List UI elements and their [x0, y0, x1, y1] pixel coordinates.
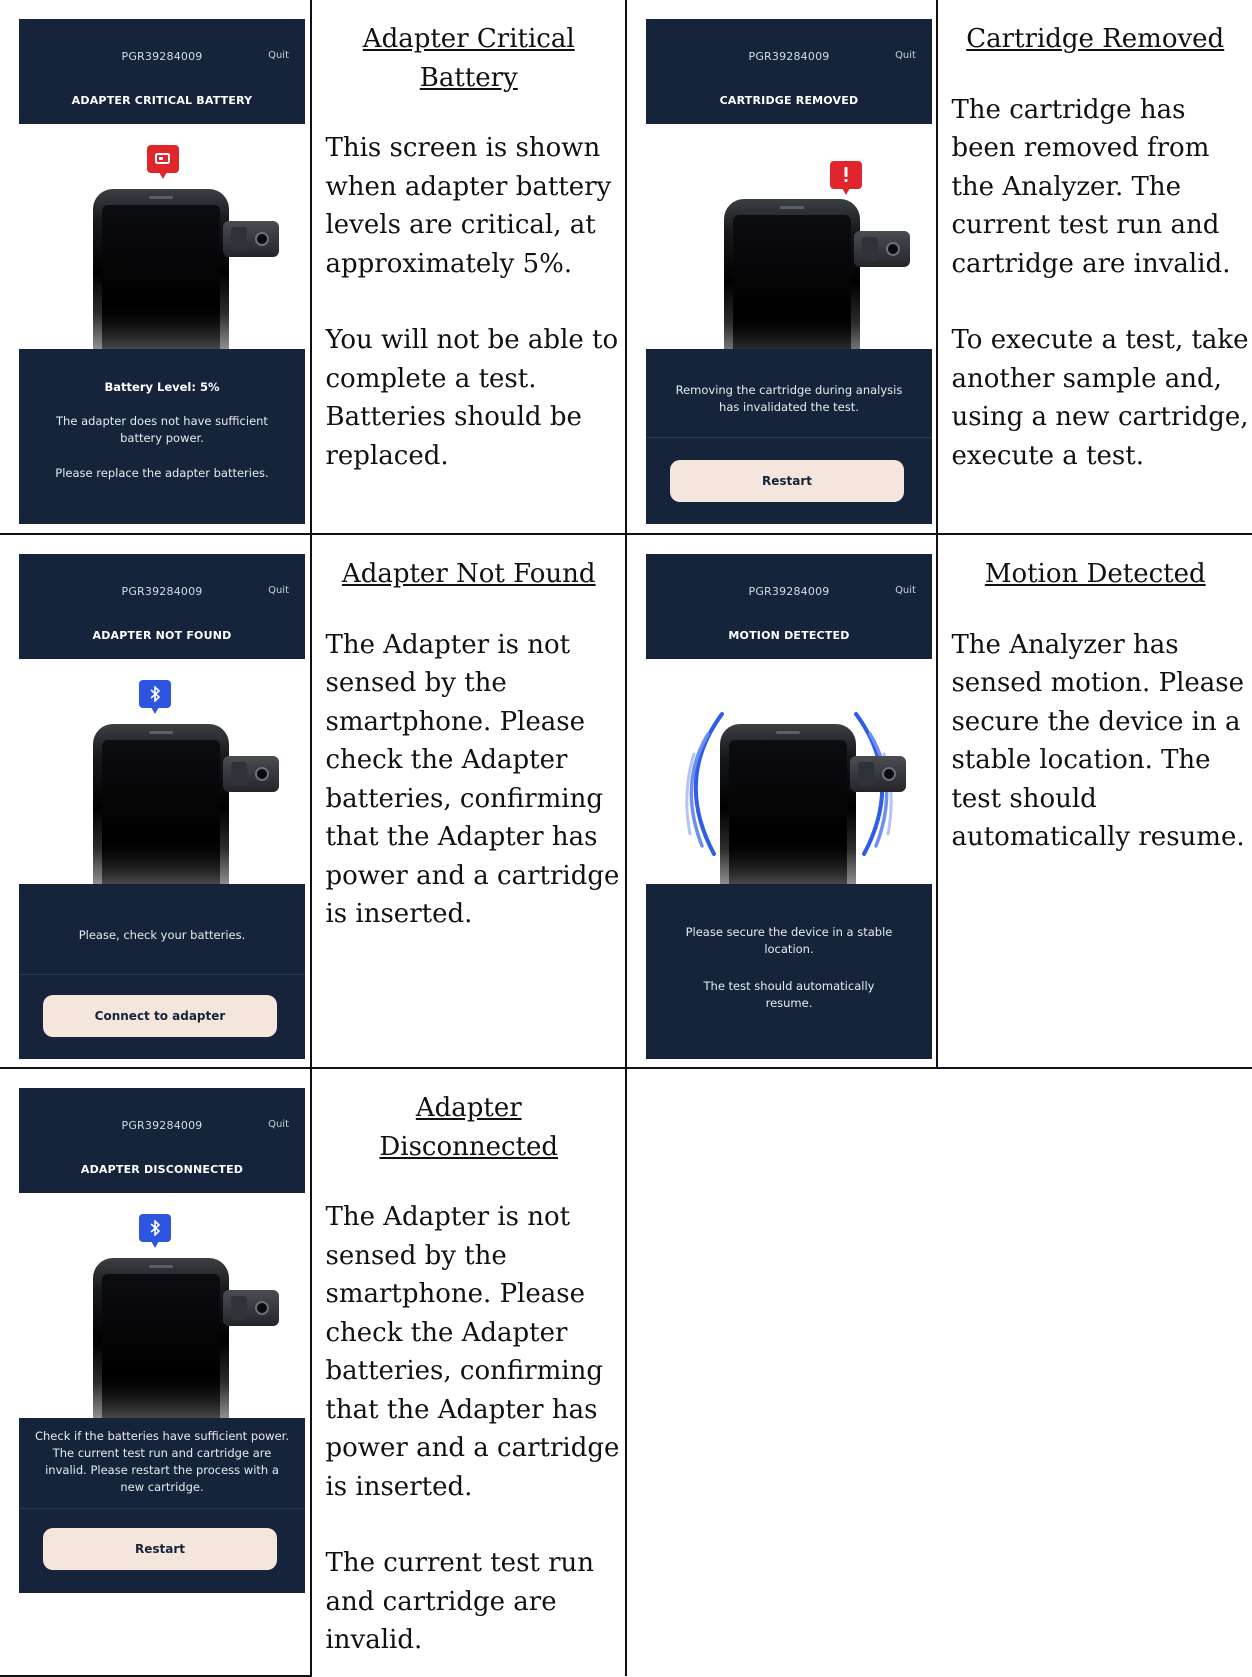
- state-heading: Motion Detected: [984, 559, 1206, 589]
- restart-button[interactable]: Restart: [43, 1528, 277, 1570]
- screenshot-cell: PGR39284009 Quit MOTION DETECTED Please …: [624, 533, 939, 1069]
- description-cell: Adapter Not Found The Adapter is not sen…: [310, 533, 627, 1069]
- quit-button[interactable]: Quit: [895, 50, 916, 61]
- status-message: Removing the cartridge during analysis h…: [675, 383, 903, 414]
- description-paragraph: The current test run and cartridge are i…: [325, 1548, 595, 1655]
- phone-screenshot-adapter-not-found: PGR39284009 Quit ADAPTER NOT FOUND Pleas…: [19, 554, 305, 1059]
- states-table: PGR39284009 Quit ADAPTER CRITICAL BATTER…: [0, 0, 1252, 1677]
- state-heading: Cartridge Removed: [966, 24, 1225, 54]
- description-cell: Adapter Critical Battery This screen is …: [310, 0, 627, 535]
- serial-number: PGR39284009: [121, 585, 203, 598]
- state-heading: Adapter Critical Battery: [362, 24, 575, 93]
- description-cell: Motion Detected The Analyzer has sensed …: [936, 533, 1252, 1069]
- serial-number: PGR39284009: [748, 50, 830, 63]
- bluetooth-icon: [139, 1214, 171, 1248]
- exclamation-icon: [829, 161, 862, 195]
- screen-footer: Please secure the device in a stable loc…: [645, 884, 932, 1059]
- instruction-message: Please secure the device in a stable loc…: [685, 925, 893, 956]
- screenshot-cell: PGR39284009 Quit ADAPTER CRITICAL BATTER…: [0, 0, 313, 535]
- restart-button[interactable]: Restart: [669, 460, 904, 502]
- phone-screenshot-critical-battery: PGR39284009 Quit ADAPTER CRITICAL BATTER…: [19, 19, 305, 524]
- screenshot-cell: PGR39284009 Quit ADAPTER DISCONNECTED Ch…: [0, 1067, 313, 1677]
- battery-alert-icon: [147, 145, 179, 179]
- description-paragraph: The cartridge has been removed from the …: [951, 94, 1231, 279]
- phone-screenshot-adapter-disconnected: PGR39284009 Quit ADAPTER DISCONNECTED Ch…: [19, 1088, 305, 1593]
- description-cell: Adapter Disconnected The Adapter is not …: [310, 1067, 627, 1676]
- screen-header: PGR39284009 Quit ADAPTER CRITICAL BATTER…: [19, 19, 305, 124]
- description-paragraph: The Adapter is not sensed by the smartph…: [325, 1202, 620, 1502]
- description-paragraph: To execute a test, take another sample a…: [951, 325, 1249, 471]
- description-cell: Cartridge Removed The cartridge has been…: [936, 0, 1252, 535]
- screen-header: PGR39284009 Quit ADAPTER DISCONNECTED: [19, 1088, 305, 1193]
- table-row: PGR39284009 Quit ADAPTER NOT FOUND Pleas…: [0, 533, 1252, 1069]
- screen-title: ADAPTER CRITICAL BATTERY: [71, 94, 253, 107]
- quit-button[interactable]: Quit: [895, 585, 916, 596]
- screen-title: ADAPTER DISCONNECTED: [80, 1163, 244, 1176]
- status-message: Please, check your batteries.: [78, 928, 246, 942]
- screen-title: CARTRIDGE REMOVED: [719, 94, 859, 107]
- serial-number: PGR39284009: [748, 585, 830, 598]
- screen-title: MOTION DETECTED: [728, 629, 850, 642]
- screen-header: PGR39284009 Quit ADAPTER NOT FOUND: [19, 554, 305, 659]
- status-message: Check if the batteries have sufficient p…: [34, 1429, 289, 1494]
- state-heading: Adapter Disconnected: [379, 1093, 559, 1162]
- bluetooth-icon: [139, 680, 171, 714]
- screenshot-cell: PGR39284009 Quit CARTRIDGE REMOVED Remov…: [624, 0, 939, 535]
- screen-footer: Removing the cartridge during analysis h…: [645, 349, 932, 524]
- screen-footer: Please, check your batteries. Connect to…: [19, 884, 305, 1059]
- table-row: PGR39284009 Quit ADAPTER DISCONNECTED Ch…: [0, 1067, 1252, 1677]
- battery-level-text: Battery Level: 5%: [104, 380, 220, 394]
- screen-header: PGR39284009 Quit CARTRIDGE REMOVED: [645, 19, 932, 124]
- description-paragraph: The Analyzer has sensed motion. Please s…: [951, 629, 1245, 853]
- description-paragraph: You will not be able to complete a test.…: [325, 325, 619, 471]
- screen-footer: Check if the batteries have sufficient p…: [19, 1418, 305, 1593]
- phone-screenshot-cartridge-removed: PGR39284009 Quit CARTRIDGE REMOVED Remov…: [645, 19, 932, 524]
- serial-number: PGR39284009: [121, 1119, 203, 1132]
- instruction-message: Please replace the adapter batteries.: [55, 466, 269, 480]
- connect-to-adapter-button[interactable]: Connect to adapter: [43, 995, 277, 1037]
- empty-cell: [624, 1067, 1252, 1676]
- description-paragraph: The Adapter is not sensed by the smartph…: [325, 629, 620, 930]
- table-row: PGR39284009 Quit ADAPTER CRITICAL BATTER…: [0, 0, 1252, 535]
- status-message: The test should automatically resume.: [703, 979, 875, 1010]
- status-message: The adapter does not have sufficient bat…: [56, 414, 268, 445]
- screen-header: PGR39284009 Quit MOTION DETECTED: [645, 554, 932, 659]
- screen-title: ADAPTER NOT FOUND: [92, 629, 232, 642]
- serial-number: PGR39284009: [121, 50, 203, 63]
- quit-button[interactable]: Quit: [268, 1119, 289, 1130]
- state-heading: Adapter Not Found: [341, 559, 596, 589]
- quit-button[interactable]: Quit: [268, 585, 289, 596]
- screenshot-cell: PGR39284009 Quit ADAPTER NOT FOUND Pleas…: [0, 533, 313, 1069]
- phone-screenshot-motion-detected: PGR39284009 Quit MOTION DETECTED Please …: [645, 554, 932, 1059]
- quit-button[interactable]: Quit: [268, 50, 289, 61]
- description-paragraph: This screen is shown when adapter batter…: [325, 133, 612, 279]
- screen-footer: Battery Level: 5% The adapter does not h…: [19, 349, 305, 524]
